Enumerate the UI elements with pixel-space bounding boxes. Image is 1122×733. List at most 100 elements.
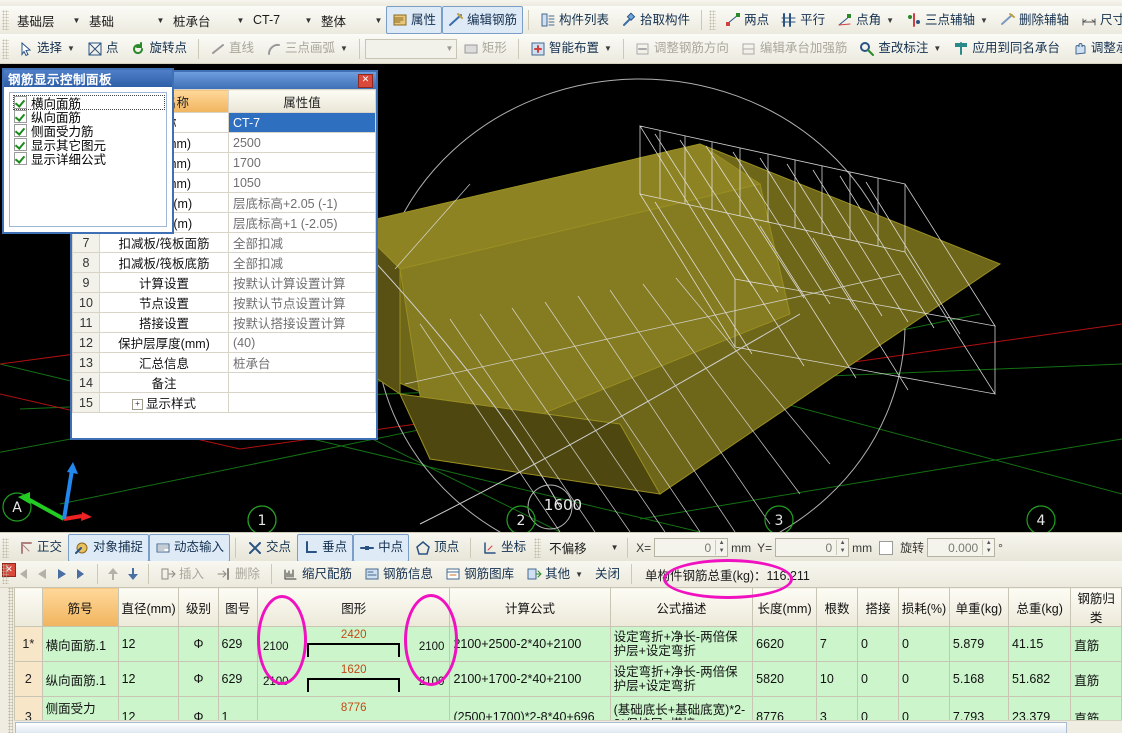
property-row-value[interactable]: (40) [228,332,376,353]
rebar-cell-loss[interactable]: 0 [898,661,950,697]
rebar-col-header-lap[interactable]: 搭接 [857,587,900,627]
rebar-cell-category[interactable]: 直筋 [1070,661,1122,697]
property-row[interactable]: 10 节点设置 按默认节点设置计算 [72,292,376,313]
rebar-cell-length[interactable]: 6620 [752,626,817,662]
rebar-cell-lap[interactable]: 0 [857,626,900,662]
rebar-cell-diameter[interactable]: 12 [117,626,180,662]
rebar-cell-unit_weight[interactable]: 5.168 [948,661,1009,697]
y-offset-input-stepper[interactable]: ▲ ▼ [836,540,848,555]
rebar-col-header-category[interactable]: 钢筋归类 [1070,587,1122,627]
rebar-cell-diameter[interactable]: 12 [117,661,180,697]
point-button[interactable]: 点 [81,35,125,63]
toolbar-1-grip-2[interactable] [709,10,717,30]
delete-aux-axis-button[interactable]: 删除辅轴 [994,6,1075,34]
property-row-value[interactable]: 全部扣减 [228,232,376,253]
y-offset-input[interactable]: 0 ▲ ▼ [775,538,850,557]
rebar-cell-loss[interactable]: 0 [898,626,950,662]
x-offset-input-stepper[interactable]: ▲ ▼ [715,540,727,555]
midpoint-snap-toggle[interactable]: 中点 [353,533,410,562]
rotate-input-stepper[interactable]: ▲ ▼ [982,540,994,555]
property-row[interactable]: 15 + 显示样式 [72,392,376,413]
property-row[interactable]: 7 扣减板/筏板面筋 全部扣减 [72,232,376,253]
vertex-snap-toggle[interactable]: 顶点 [409,534,465,562]
rebar-cell-length[interactable]: 5820 [752,661,817,697]
perpendicular-snap-toggle[interactable]: 垂点 [297,533,354,562]
rebar-cell-bar_no[interactable]: 横向面筋.1 [41,626,119,662]
properties-button[interactable]: 属性 [386,6,443,34]
chevron-down-icon[interactable]: ▼ [604,44,612,53]
smart-layout-button[interactable]: 智能布置 ▼ [524,35,618,63]
property-row-value[interactable]: 按默认计算设置计算 [228,272,376,293]
property-row-value[interactable]: 层底标高+1 (-2.05) [228,212,376,233]
point-angle-button[interactable]: 点角 ▼ [831,6,900,34]
rebar-col-header-grade[interactable]: 级别 [178,587,219,627]
checkbox-checked-icon[interactable] [14,96,27,109]
rebar-col-header-diameter[interactable]: 直径(mm) [117,587,180,627]
chevron-down-icon[interactable]: ▼ [70,12,83,29]
rebar-cell-count[interactable]: 10 [815,661,859,697]
rebar-cell-total_weight[interactable]: 51.682 [1007,661,1072,697]
rebar-col-header-fig_no[interactable]: 图号 [217,587,259,627]
rebar-grid-row[interactable]: 2 纵向面筋.1 12 Φ 629 1620 2100 2100 2100+1700-2*40+… [14,661,1122,697]
component-selector[interactable]: CT-7 ▼ [248,10,316,31]
rotate-enable-checkbox[interactable] [879,540,894,555]
pick-component-button[interactable]: 拾取构件 [615,6,696,34]
property-row-value[interactable]: CT-7 [228,112,376,133]
category-selector[interactable]: 基础 ▼ [84,10,168,31]
property-row-value[interactable]: 全部扣减 [228,252,376,273]
rebar-cell-formula_desc[interactable]: 设定弯折+净长-两倍保护层+设定弯折 [609,626,754,662]
adjust-cap-slope-button[interactable]: 调整承台放坡 [1066,35,1122,63]
close-button[interactable]: 关闭 [589,561,626,588]
property-row[interactable]: 13 汇总信息 桩承台 [72,352,376,373]
rebar-cell-formula[interactable]: 2100+2500-2*40+2100 [449,626,611,662]
snapbar-grip-2[interactable] [534,537,542,558]
parallel-button[interactable]: 平行 [775,6,831,34]
rebar-cell-grade[interactable]: Φ [178,661,219,697]
display-mode-selector[interactable]: 整体 ▼ [316,10,386,31]
rebar-col-header-unit_weight[interactable]: 单重(kg) [948,587,1009,627]
rebar-cell-idx[interactable]: 1* [14,626,43,662]
chevron-down-icon[interactable]: ▼ [154,12,167,29]
x-offset-input[interactable]: 0 ▲ ▼ [654,538,729,557]
checkbox-checked-icon[interactable] [14,138,27,151]
rebar-col-header-formula[interactable]: 计算公式 [449,587,611,627]
rebar-cell-grade[interactable]: Φ [178,626,219,662]
property-row-value[interactable]: 按默认节点设置计算 [228,292,376,313]
chevron-down-icon[interactable]: ▼ [980,16,988,25]
rebar-cell-fig_no[interactable]: 629 [217,661,259,697]
chevron-down-icon[interactable]: ▼ [340,44,348,53]
rebar-editor-grip[interactable] [8,587,13,733]
rebar-cell-lap[interactable]: 0 [857,661,900,697]
x-offset-input-value[interactable]: 0 [655,541,715,555]
offset-mode-selector[interactable]: 不偏移 ▼ [544,537,622,558]
property-row-value[interactable]: 桩承台 [228,352,376,373]
intersection-snap-toggle[interactable]: 交点 [241,534,297,562]
chevron-down-icon[interactable]: ▼ [67,44,75,53]
control-panel-item-4[interactable]: 显示详细公式 [14,152,164,167]
horizontal-scrollbar[interactable] [14,720,1122,733]
select-button[interactable]: 选择 ▼ [12,35,81,63]
rebar-col-header-bar_no[interactable]: 筋号 [41,587,119,627]
two-point-button[interactable]: 两点 [719,6,775,34]
property-row[interactable]: 9 计算设置 按默认计算设置计算 [72,272,376,293]
rebar-cell-formula[interactable]: 2100+1700-2*40+2100 [449,661,611,697]
rebar-cell-shape[interactable]: 1620 2100 2100 [256,661,451,697]
expand-icon[interactable]: + [131,399,143,411]
rebar-cell-bar_no[interactable]: 纵向面筋.1 [41,661,119,697]
rebar-col-header-formula_desc[interactable]: 公式描述 [609,587,754,627]
ortho-toggle[interactable]: 正交 [12,534,68,562]
property-row[interactable]: 14 备注 [72,372,376,393]
coordinate-snap-toggle[interactable]: 坐标 [476,534,532,562]
rotate-input[interactable]: 0.000 ▲ ▼ [927,538,996,557]
rebar-grid-row[interactable]: 1* 横向面筋.1 12 Φ 629 2420 2100 2100 2100+2500-2*40… [14,626,1122,662]
component-list-button[interactable]: 构件列表 [534,6,615,34]
dimension-button[interactable]: 尺寸标注▼ [1075,6,1122,34]
chevron-down-icon[interactable]: ▼ [886,16,894,25]
property-row-value[interactable]: 1050 [228,172,376,193]
style-selector[interactable]: ▼ [364,38,457,59]
property-row[interactable]: 11 搭接设置 按默认搭接设置计算 [72,312,376,333]
rotate-point-button[interactable]: 旋转点 [124,35,193,63]
property-row[interactable]: 8 扣减板/筏板底筋 全部扣减 [72,252,376,273]
three-point-aux-axis-button[interactable]: 三点辅轴 ▼ [900,6,994,34]
y-offset-input-value[interactable]: 0 [776,541,836,555]
